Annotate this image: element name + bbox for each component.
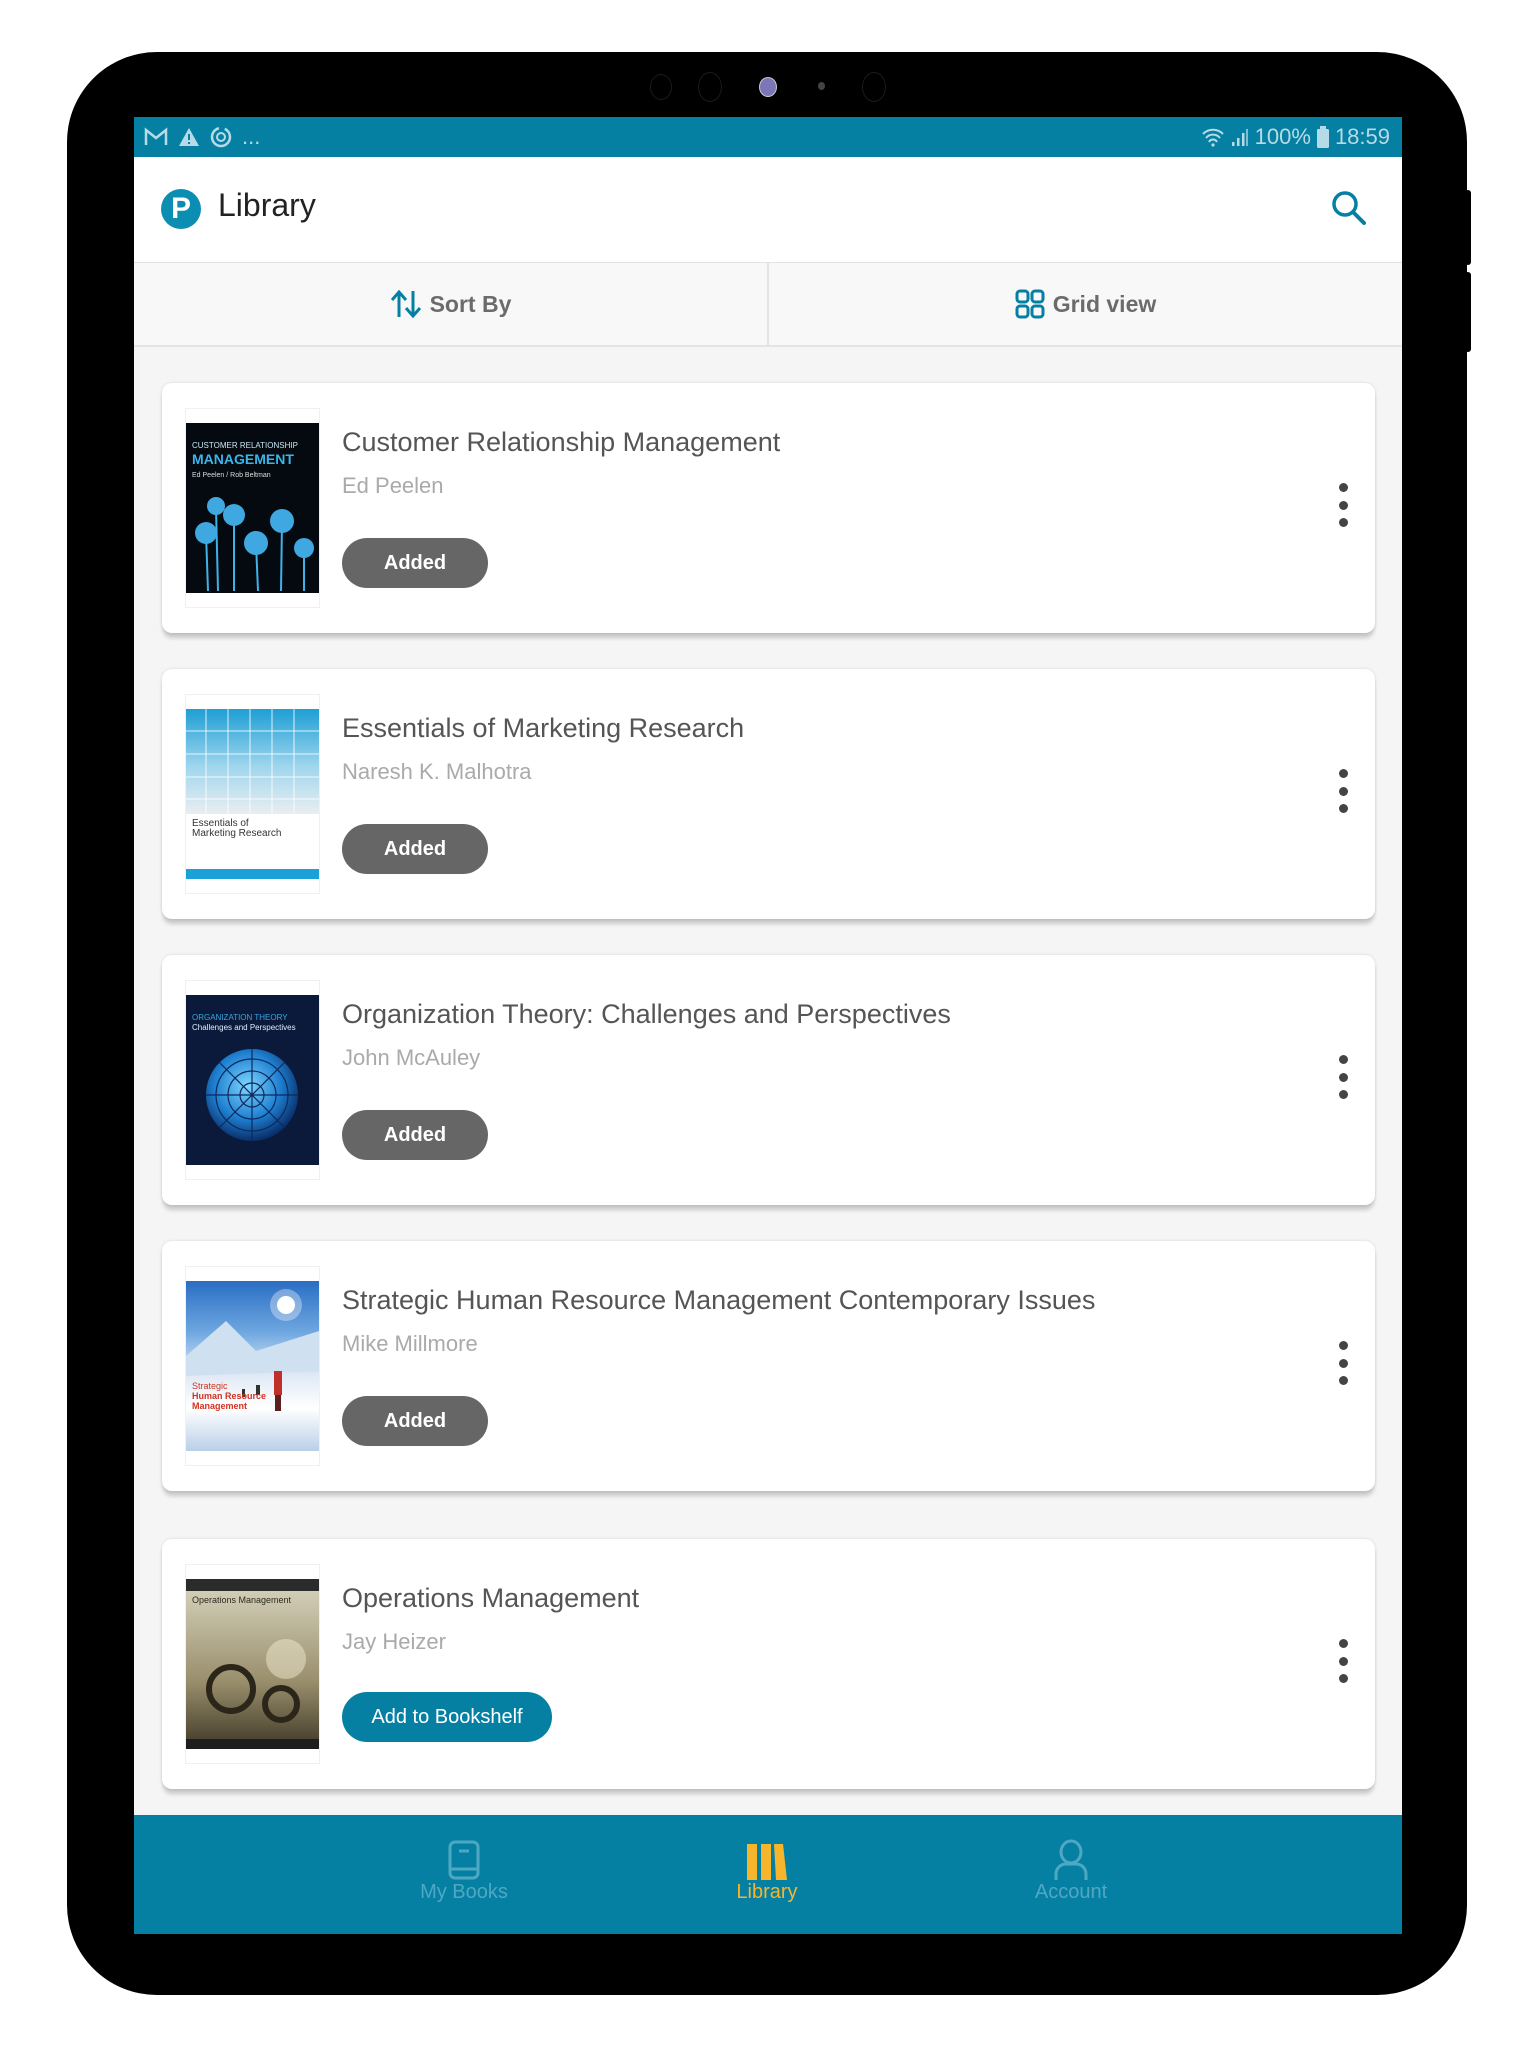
book-cover: ORGANIZATION THEORY Challenges and Persp…: [185, 980, 320, 1180]
grid-view-icon: [1015, 289, 1045, 319]
book-title: Organization Theory: Challenges and Pers…: [342, 999, 951, 1029]
sort-by-button[interactable]: Sort By: [134, 263, 767, 345]
account-icon: [1054, 1839, 1088, 1880]
book-title: Essentials of Marketing Research: [342, 713, 745, 743]
nav-library[interactable]: Library: [667, 1835, 867, 1904]
added-button[interactable]: Added: [342, 1110, 488, 1160]
list-toolbar: Sort By Grid view: [134, 263, 1402, 347]
sort-by-label: Sort By: [429, 290, 512, 317]
app-header: P Library: [134, 157, 1402, 263]
grid-view-button[interactable]: Grid view: [769, 263, 1402, 345]
nav-label: My Books: [420, 1881, 508, 1903]
more-vert-icon: [1338, 483, 1348, 492]
sensor-icon: [650, 74, 672, 100]
added-button[interactable]: Added: [342, 538, 488, 588]
bottom-navigation: My Books Library Account: [134, 1815, 1402, 1934]
notification-overflow: ...: [242, 124, 261, 149]
book-cover: CUSTOMER RELATIONSHIP MANAGEMENT Ed Peel…: [185, 408, 320, 608]
battery-percent: 100%: [1254, 124, 1311, 149]
grid-view-label: Grid view: [1052, 290, 1157, 317]
book-title: Customer Relationship Management: [342, 427, 781, 457]
sensor-dot-icon: [818, 82, 825, 90]
more-vert-icon: [1338, 1639, 1348, 1648]
front-sensors: [0, 72, 1536, 102]
book-card[interactable]: Operations Management Operations Managem…: [162, 1539, 1375, 1789]
more-vert-icon: [1338, 1055, 1348, 1064]
cover-art: [186, 709, 319, 814]
more-options-button[interactable]: [1333, 483, 1353, 527]
signal-icon: [1231, 129, 1248, 146]
more-options-button[interactable]: [1333, 769, 1353, 813]
status-bar: ... 100% 18:59: [134, 117, 1402, 157]
book-cover: Essentials of Marketing Research: [185, 694, 320, 894]
cover-art: [186, 1289, 319, 1411]
book-card[interactable]: Essentials of Marketing Research Essenti…: [162, 669, 1375, 919]
volume-button: [1465, 190, 1471, 265]
battery-icon: [1316, 126, 1329, 148]
search-button[interactable]: [1328, 187, 1372, 231]
wifi-icon: [1201, 128, 1224, 147]
more-vert-icon: [1338, 769, 1348, 778]
more-vert-icon: [1338, 1341, 1348, 1350]
book-title: Strategic Human Resource Management Cont…: [342, 1285, 1096, 1315]
sensor-icon: [862, 72, 886, 102]
cover-text: CUSTOMER RELATIONSHIP: [192, 441, 298, 450]
gmail-icon: [144, 127, 168, 145]
book-icon: [448, 1840, 480, 1880]
sort-icon: [390, 289, 421, 319]
camera-icon: [759, 77, 777, 97]
cover-art: [206, 1639, 306, 1723]
cover-text: Operations Management: [192, 1595, 292, 1605]
book-card[interactable]: Strategic Human Resource Management Stra…: [162, 1241, 1375, 1491]
pearson-logo-icon: P: [161, 189, 201, 229]
book-cover: Operations Management: [185, 1564, 320, 1764]
book-author: Ed Peelen: [342, 473, 444, 498]
cover-text: Challenges and Perspectives: [192, 1023, 296, 1032]
nav-label: Account: [1034, 1881, 1108, 1903]
cover-text: Ed Peelen / Rob Beltman: [192, 472, 271, 479]
power-button: [1465, 272, 1471, 352]
sensor-icon: [698, 72, 722, 102]
nav-my-books[interactable]: My Books: [364, 1835, 564, 1904]
book-author: Naresh K. Malhotra: [342, 759, 532, 784]
book-author: Mike Millmore: [342, 1331, 478, 1356]
cover-art: [195, 497, 314, 592]
library-icon: [747, 1844, 787, 1880]
book-author: Jay Heizer: [342, 1629, 446, 1654]
book-author: John McAuley: [342, 1045, 481, 1070]
cover-text: Strategic: [192, 1381, 228, 1391]
book-title: Operations Management: [342, 1583, 640, 1613]
app-screen: ... 100% 18:59 P Library Sort By Grid vi…: [134, 117, 1402, 1934]
added-button[interactable]: Added: [342, 1396, 488, 1446]
book-cover: Strategic Human Resource Management: [185, 1266, 320, 1466]
cover-text: Marketing Research: [192, 828, 282, 839]
more-options-button[interactable]: [1333, 1341, 1353, 1385]
sync-icon: [210, 126, 232, 148]
cover-text: ORGANIZATION THEORY: [192, 1013, 288, 1022]
cover-art: [206, 1049, 298, 1141]
book-card[interactable]: ORGANIZATION THEORY Challenges and Persp…: [162, 955, 1375, 1205]
search-icon: [1332, 191, 1366, 225]
clock: 18:59: [1334, 124, 1390, 149]
added-button[interactable]: Added: [342, 824, 488, 874]
nav-account[interactable]: Account: [971, 1835, 1171, 1904]
book-card[interactable]: CUSTOMER RELATIONSHIP MANAGEMENT Ed Peel…: [162, 383, 1375, 633]
add-to-bookshelf-button[interactable]: Add to Bookshelf: [342, 1692, 552, 1742]
more-options-button[interactable]: [1333, 1055, 1353, 1099]
more-options-button[interactable]: [1333, 1639, 1353, 1683]
page-title: Library: [218, 187, 316, 223]
nav-label: Library: [736, 1881, 798, 1903]
warning-icon: [179, 128, 199, 146]
cover-text: MANAGEMENT: [192, 451, 294, 467]
cover-text: Human Resource Management: [192, 1391, 267, 1411]
